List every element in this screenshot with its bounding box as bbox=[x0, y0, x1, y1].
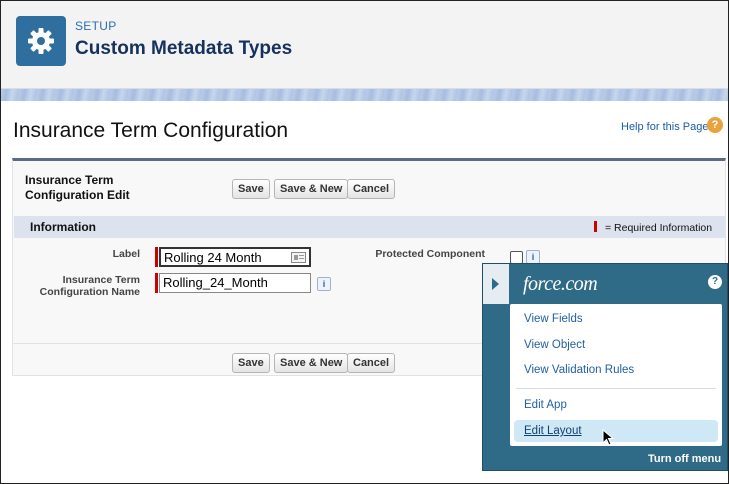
required-marker bbox=[594, 221, 597, 232]
help-icon[interactable]: ? bbox=[708, 275, 722, 289]
setup-eyebrow: SETUP bbox=[75, 19, 117, 33]
cancel-button-bottom[interactable]: Cancel bbox=[347, 353, 396, 373]
label-field-label: Label bbox=[112, 248, 140, 260]
header-wave-decoration bbox=[1, 89, 728, 101]
information-section-header: Information = Required Information bbox=[14, 216, 725, 238]
page-title: Insurance Term Configuration bbox=[13, 119, 289, 142]
label-input-value: Rolling 24 Month bbox=[164, 250, 262, 265]
collapse-menu-toggle[interactable] bbox=[483, 264, 509, 304]
force-com-logo: force.com bbox=[523, 273, 598, 295]
turn-off-menu-link[interactable]: Turn off menu bbox=[648, 453, 721, 465]
save-and-new-button-bottom[interactable]: Save & New bbox=[274, 353, 349, 373]
setup-title: Custom Metadata Types bbox=[75, 38, 293, 59]
info-icon[interactable]: i bbox=[526, 250, 540, 264]
help-for-page-link[interactable]: Help for this Page bbox=[621, 121, 708, 133]
menu-item-view-validation-rules[interactable]: View Validation Rules bbox=[514, 359, 718, 381]
save-button-bottom[interactable]: Save bbox=[232, 353, 270, 373]
gear-icon bbox=[16, 16, 66, 66]
panel-title: Insurance Term Configuration Edit bbox=[25, 173, 130, 202]
name-field-label: Insurance Term Configuration Name bbox=[39, 274, 140, 298]
required-marker bbox=[155, 247, 158, 267]
section-title: Information bbox=[30, 220, 96, 234]
save-and-new-button[interactable]: Save & New bbox=[274, 179, 349, 199]
save-button[interactable]: Save bbox=[232, 179, 270, 199]
cancel-button[interactable]: Cancel bbox=[347, 179, 396, 199]
setup-header: SETUP Custom Metadata Types bbox=[1, 1, 728, 89]
force-menu-list: View Fields View Object View Validation … bbox=[510, 304, 722, 446]
info-icon[interactable]: i bbox=[317, 277, 331, 291]
required-marker bbox=[155, 273, 158, 293]
menu-item-edit-app[interactable]: Edit App bbox=[514, 394, 718, 416]
menu-divider bbox=[516, 388, 716, 389]
mouse-cursor-icon bbox=[602, 429, 615, 446]
menu-item-view-fields[interactable]: View Fields bbox=[514, 308, 718, 330]
contact-card-icon bbox=[291, 252, 306, 263]
menu-item-view-object[interactable]: View Object bbox=[514, 334, 718, 356]
menu-item-edit-layout[interactable]: Edit Layout bbox=[514, 420, 718, 442]
label-input[interactable]: Rolling 24 Month bbox=[159, 247, 311, 267]
triangle-right-icon bbox=[492, 278, 499, 290]
help-icon[interactable]: ? bbox=[707, 117, 723, 133]
protected-component-label: Protected Component bbox=[375, 248, 485, 260]
required-legend: = Required Information bbox=[594, 221, 712, 234]
required-legend-text: = Required Information bbox=[605, 222, 713, 234]
name-input[interactable]: Rolling_24_Month bbox=[159, 273, 311, 293]
